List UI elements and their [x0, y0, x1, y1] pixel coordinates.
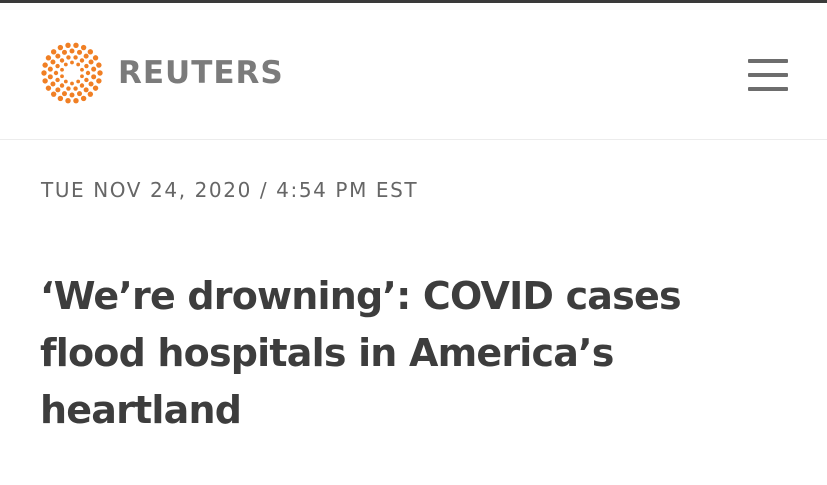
logo-dot	[91, 66, 97, 72]
logo-dot	[69, 48, 75, 54]
logo-dot	[73, 55, 78, 60]
logo-dot	[96, 78, 102, 84]
logo-dot	[92, 85, 99, 91]
brand-name: REUTERS	[118, 54, 284, 91]
logo-dot	[45, 85, 52, 91]
logo-dot	[80, 74, 84, 79]
logo-dot	[83, 53, 89, 59]
logo-dot	[91, 74, 97, 80]
logo-dot	[59, 83, 65, 88]
logo-dot	[88, 59, 94, 65]
logo-dot	[96, 62, 102, 68]
logo-dot	[50, 81, 56, 87]
logo-dot	[57, 95, 64, 102]
logo-dot	[83, 87, 89, 93]
hamburger-menu-icon[interactable]	[746, 55, 790, 95]
logo-dot	[65, 98, 71, 104]
logo-dot	[85, 70, 91, 76]
menu-line	[748, 73, 788, 77]
logo-dot	[88, 81, 94, 87]
logo-dot	[61, 49, 67, 55]
logo-dot	[79, 83, 85, 88]
logo-dot	[60, 67, 64, 72]
logo-dot	[55, 53, 61, 59]
logo-dot	[66, 55, 71, 60]
logo-dot	[70, 60, 74, 65]
logo-dot	[50, 59, 56, 65]
article-dateline: TUE NOV 24, 2020 / 4:54 PM EST	[41, 178, 419, 202]
reuters-logo-link[interactable]: REUTERS	[40, 41, 284, 105]
logo-dot	[57, 44, 64, 51]
logo-dot	[84, 77, 89, 83]
logo-dot	[53, 70, 59, 76]
reuters-logo-icon	[41, 42, 103, 104]
logo-dot	[84, 63, 89, 69]
logo-dot	[77, 91, 83, 97]
logo-dot	[92, 55, 99, 61]
logo-dot	[66, 86, 71, 91]
logo-dot	[87, 49, 94, 55]
logo-dot	[76, 62, 81, 67]
logo-dot	[55, 77, 60, 83]
logo-dot	[42, 62, 48, 68]
logo-dot	[50, 49, 57, 55]
logo-dot	[50, 91, 57, 97]
logo-dot	[80, 67, 84, 72]
article-headline[interactable]: ‘We’re drowning’: COVID cases flood hosp…	[40, 268, 780, 439]
logo-dot	[69, 92, 75, 98]
logo-dot	[70, 81, 74, 86]
logo-dot	[73, 86, 78, 91]
logo-dot	[60, 74, 64, 79]
logo-dot	[73, 42, 79, 48]
logo-dot	[61, 91, 67, 97]
site-header: REUTERS	[0, 3, 827, 140]
logo-dot	[47, 74, 53, 80]
logo-dot	[45, 55, 52, 61]
logo-dot	[55, 63, 60, 69]
logo-dot	[73, 98, 79, 104]
logo-dot	[77, 49, 83, 55]
logo-dot	[87, 91, 94, 97]
logo-dot	[47, 66, 53, 72]
menu-line	[748, 59, 788, 63]
logo-dot	[76, 79, 81, 84]
menu-line	[748, 87, 788, 91]
logo-dot	[79, 58, 85, 63]
logo-dot	[80, 95, 87, 102]
logo-dot	[80, 44, 87, 51]
logo-dot	[63, 79, 68, 84]
logo-dot	[42, 78, 48, 84]
logo-dot	[97, 70, 103, 76]
logo-dot	[65, 42, 71, 48]
logo-dot	[63, 62, 68, 67]
logo-dot	[55, 87, 61, 93]
logo-dot	[59, 58, 65, 63]
logo-dot	[41, 70, 47, 76]
